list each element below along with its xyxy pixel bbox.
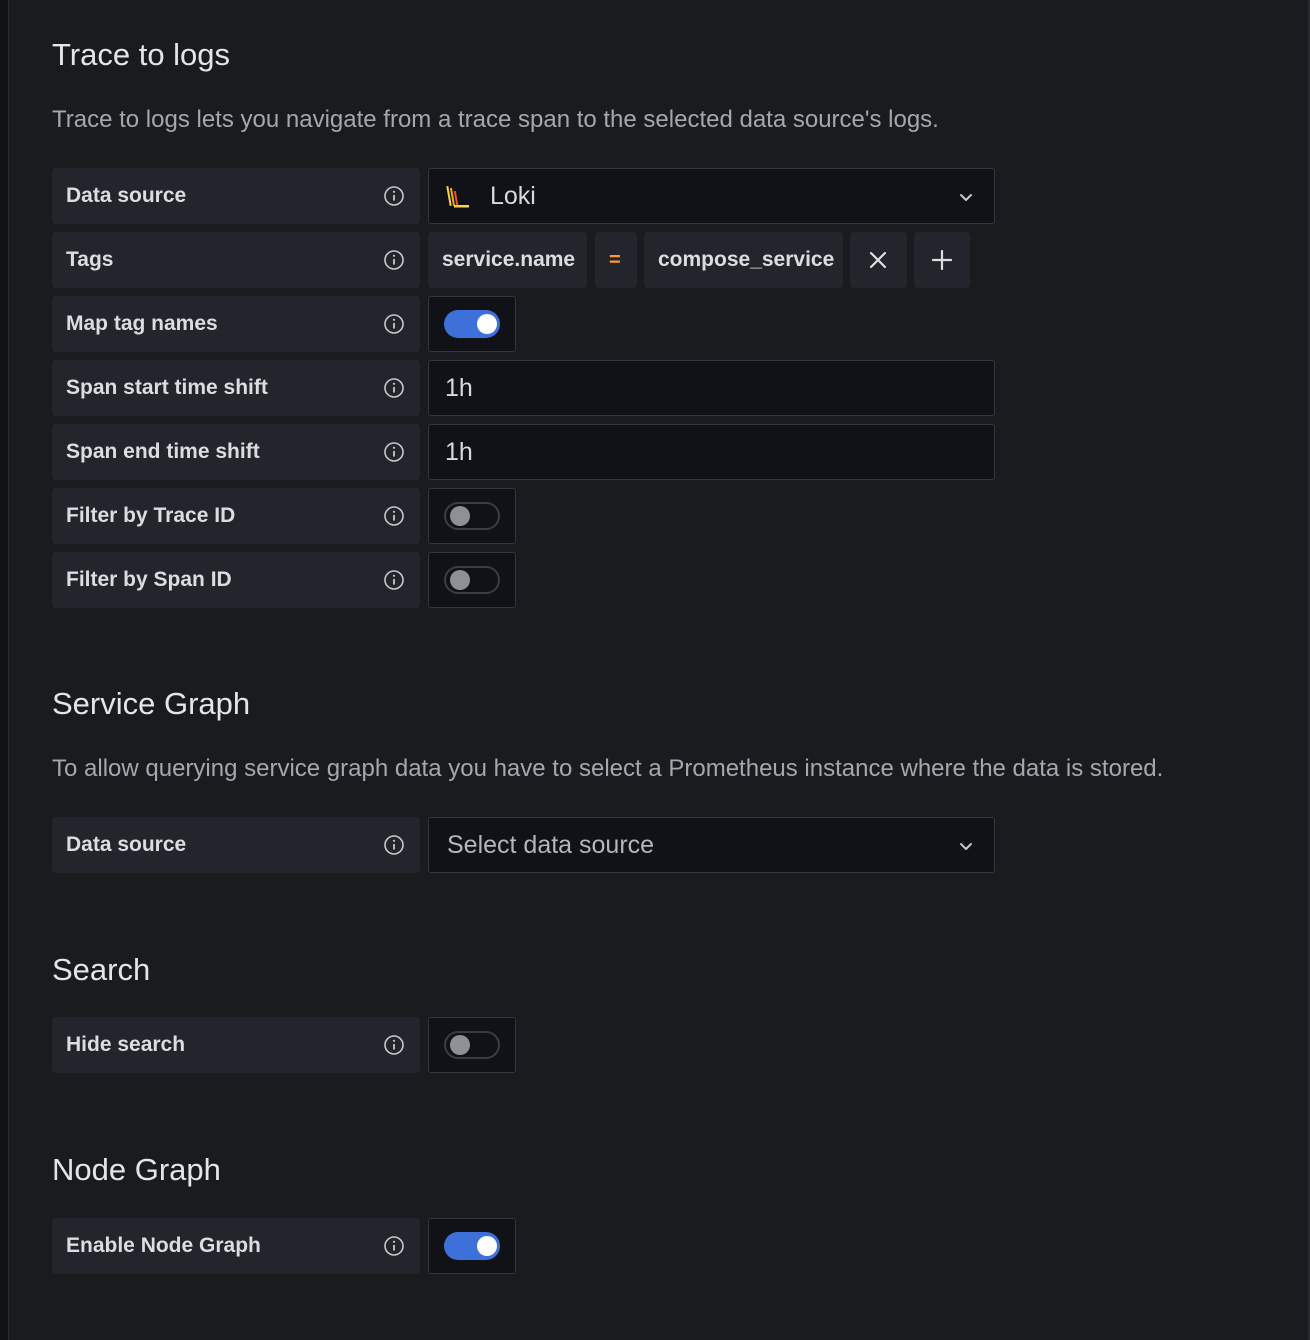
map-tag-names-label-box: Map tag names: [52, 296, 420, 352]
service-graph-data-source-placeholder: Select data source: [447, 831, 655, 859]
tags-label: Tags: [66, 248, 114, 271]
service-graph-title: Service Graph: [52, 686, 251, 721]
filter-by-trace-id-label: Filter by Trace ID: [66, 504, 236, 527]
filter-by-span-id-row: Filter by Span ID: [52, 552, 522, 608]
map-tag-names-toggle-box: [428, 296, 516, 352]
add-tag-button[interactable]: [914, 232, 970, 288]
info-icon[interactable]: [383, 249, 405, 271]
span-start-time-shift-input[interactable]: 1h: [428, 360, 995, 416]
filter-by-trace-id-row: Filter by Trace ID: [52, 488, 522, 544]
tag-value-value: compose_service: [658, 248, 835, 271]
hide-search-label: Hide search: [66, 1033, 186, 1056]
remove-tag-button[interactable]: [850, 232, 907, 288]
info-icon[interactable]: [383, 1034, 405, 1056]
tags-label-box: Tags: [52, 232, 420, 288]
toggle-knob: [477, 314, 497, 334]
trace-data-source-select[interactable]: Loki: [428, 168, 995, 224]
span-start-time-shift-value: 1h: [445, 374, 473, 402]
filter-by-trace-id-toggle[interactable]: [444, 502, 500, 530]
tag-key-value: service.name: [442, 248, 576, 271]
enable-node-graph-label: Enable Node Graph: [66, 1234, 261, 1257]
loki-logo-icon: [446, 185, 469, 208]
info-icon[interactable]: [383, 377, 405, 399]
enable-node-graph-toggle[interactable]: [444, 1232, 500, 1260]
enable-node-graph-label-box: Enable Node Graph: [52, 1218, 420, 1274]
span-end-label: Span end time shift: [66, 440, 260, 463]
span-start-label: Span start time shift: [66, 376, 268, 399]
service-graph-description: To allow querying service graph data you…: [52, 755, 1164, 782]
span-start-label-box: Span start time shift: [52, 360, 420, 416]
hide-search-row: Hide search: [52, 1017, 522, 1073]
tag-key-input[interactable]: service.name: [428, 232, 587, 288]
close-icon: [869, 251, 887, 269]
toggle-knob: [450, 1035, 470, 1055]
map-tag-names-label: Map tag names: [66, 312, 218, 335]
trace-to-logs-description: Trace to logs lets you navigate from a t…: [52, 106, 939, 133]
info-icon[interactable]: [383, 185, 405, 207]
tag-value-input[interactable]: compose_service: [644, 232, 843, 288]
tags-row: Tags service.name = compose_service: [52, 232, 972, 288]
service-graph-data-source-label: Data source: [66, 833, 187, 856]
trace-data-source-value: Loki: [490, 182, 536, 210]
hide-search-label-box: Hide search: [52, 1017, 420, 1073]
span-end-label-box: Span end time shift: [52, 424, 420, 480]
info-icon[interactable]: [383, 313, 405, 335]
node-graph-title: Node Graph: [52, 1152, 221, 1187]
search-title: Search: [52, 952, 151, 987]
service-graph-data-source-select[interactable]: Select data source: [428, 817, 995, 873]
service-graph-data-source-row: Data source Select data source: [52, 817, 996, 873]
tag-operator-select[interactable]: =: [595, 232, 637, 288]
info-icon[interactable]: [383, 569, 405, 591]
trace-to-logs-title: Trace to logs: [52, 37, 231, 72]
chevron-down-icon: [960, 843, 972, 850]
span-end-time-shift-value: 1h: [445, 438, 473, 466]
enable-node-graph-row: Enable Node Graph: [52, 1218, 522, 1274]
toggle-knob: [477, 1236, 497, 1256]
info-icon[interactable]: [383, 441, 405, 463]
filter-by-span-id-label: Filter by Span ID: [66, 568, 232, 591]
enable-node-graph-toggle-box: [428, 1218, 516, 1274]
toggle-knob: [450, 570, 470, 590]
plus-icon: [932, 250, 952, 270]
filter-trace-toggle-box: [428, 488, 516, 544]
info-icon[interactable]: [383, 505, 405, 527]
map-tag-names-toggle[interactable]: [444, 310, 500, 338]
span-end-time-shift-input[interactable]: 1h: [428, 424, 995, 480]
trace-data-source-label-box: Data source: [52, 168, 420, 224]
info-icon[interactable]: [383, 834, 405, 856]
tag-operator-value: =: [609, 249, 621, 271]
filter-span-toggle-box: [428, 552, 516, 608]
map-tag-names-row: Map tag names: [52, 296, 522, 352]
service-graph-label-box: Data source: [52, 817, 420, 873]
left-panel-edge: [0, 0, 9, 1340]
trace-data-source-label: Data source: [66, 184, 187, 207]
filter-trace-label-box: Filter by Trace ID: [52, 488, 420, 544]
hide-search-toggle[interactable]: [444, 1031, 500, 1059]
span-start-time-shift-row: Span start time shift 1h: [52, 360, 996, 416]
trace-data-source-row: Data source Loki: [52, 168, 996, 224]
filter-by-span-id-toggle[interactable]: [444, 566, 500, 594]
span-end-time-shift-row: Span end time shift 1h: [52, 424, 996, 480]
info-icon[interactable]: [383, 1235, 405, 1257]
filter-span-label-box: Filter by Span ID: [52, 552, 420, 608]
chevron-down-icon: [960, 194, 972, 201]
toggle-knob: [450, 506, 470, 526]
hide-search-toggle-box: [428, 1017, 516, 1073]
